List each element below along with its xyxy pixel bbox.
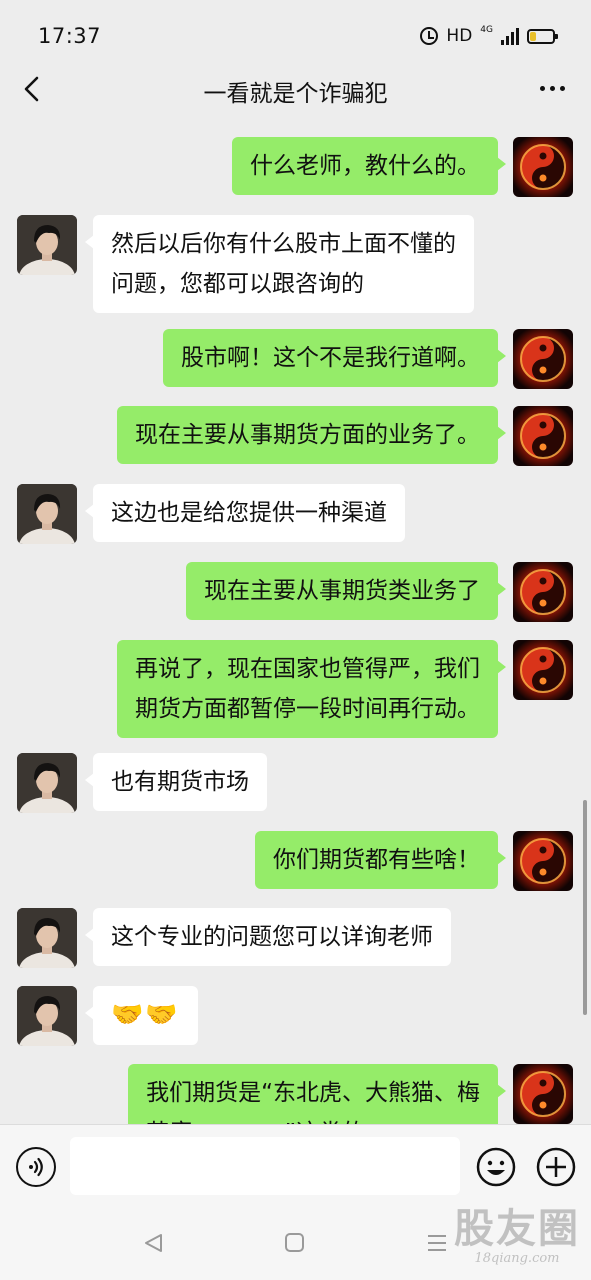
plus-icon[interactable] [536, 1147, 576, 1187]
message-bubble-received[interactable]: 这边也是给您提供一种渠道 [85, 484, 405, 542]
signal-icon [501, 27, 519, 45]
message-line: 花鹿…………”这类的 [146, 1113, 480, 1124]
self-avatar[interactable] [513, 831, 573, 891]
voice-icon[interactable] [16, 1147, 56, 1187]
message-text: 这边也是给您提供一种渠道 [111, 500, 387, 526]
watermark: 股友圈 18qiang.com [452, 1206, 582, 1266]
nav-back-icon[interactable] [142, 1232, 164, 1258]
battery-icon [527, 28, 558, 44]
message-bubble-sent[interactable]: 现在主要从事期货类业务了 [186, 562, 506, 620]
network-label: 4G [480, 24, 493, 35]
nav-home-icon[interactable] [285, 1233, 304, 1252]
self-avatar[interactable] [513, 1064, 573, 1124]
message-line: 然后以后你有什么股市上面不懂的 [111, 231, 456, 257]
message-text: 现在主要从事期货方面的业务了。 [135, 422, 480, 448]
contact-avatar[interactable] [17, 986, 77, 1046]
message-text: 这个专业的问题您可以详询老师 [111, 924, 433, 950]
title-bar: 一看就是个诈骗犯 [0, 60, 591, 118]
message-bubble-sent[interactable]: 你们期货都有些啥！ [255, 831, 506, 889]
input-bar [0, 1124, 591, 1208]
message-line: 问题，您都可以跟咨询的 [111, 271, 364, 297]
watermark-title: 股友圈 [454, 1205, 580, 1252]
message-text: 现在主要从事期货类业务了 [204, 578, 480, 604]
emoji-icon[interactable] [476, 1147, 516, 1187]
message-text: 股市啊！这个不是我行道啊。 [181, 345, 480, 371]
nav-recent-icon[interactable] [426, 1232, 448, 1258]
self-avatar[interactable] [513, 406, 573, 466]
alarm-icon [420, 27, 439, 45]
status-icons: HD 4G [420, 24, 558, 48]
message-bubble-received[interactable]: 然后以后你有什么股市上面不懂的 问题，您都可以跟咨询的 [85, 215, 474, 313]
hd-label: HD [446, 26, 473, 46]
status-time: 17:37 [38, 24, 102, 48]
battery-level [530, 31, 536, 41]
message-line: 再说了，现在国家也管得严，我们 [135, 656, 480, 682]
contact-avatar[interactable] [17, 908, 77, 968]
more-dots-icon[interactable] [540, 86, 565, 91]
chat-scrollbar[interactable] [583, 800, 587, 1015]
chat-title: 一看就是个诈骗犯 [203, 81, 388, 107]
message-bubble-sent[interactable]: 我们期货是“东北虎、大熊猫、梅 花鹿…………”这类的 [128, 1064, 506, 1124]
message-bubble-received[interactable]: 也有期货市场 [85, 753, 267, 811]
contact-avatar[interactable] [17, 215, 77, 275]
message-bubble-received[interactable]: 这个专业的问题您可以详询老师 [85, 908, 451, 966]
contact-avatar[interactable] [17, 484, 77, 544]
message-bubble-sent[interactable]: 股市啊！这个不是我行道啊。 [163, 329, 506, 387]
message-bubble-sent[interactable]: 什么老师，教什么的。 [232, 137, 506, 195]
message-input[interactable] [70, 1137, 460, 1195]
message-line: 期货方面都暂停一段时间再行动。 [135, 696, 480, 722]
chat-area[interactable]: 什么老师，教什么的。 然后以后你有什么股市上面不懂的 问题，您都可以跟咨询的 股… [0, 128, 591, 1124]
handshake-emoji: 🤝🤝 [111, 1000, 180, 1030]
self-avatar[interactable] [513, 329, 573, 389]
message-line: 我们期货是“东北虎、大熊猫、梅 [146, 1080, 480, 1106]
self-avatar[interactable] [513, 562, 573, 622]
self-avatar[interactable] [513, 640, 573, 700]
message-bubble-sent[interactable]: 再说了，现在国家也管得严，我们 期货方面都暂停一段时间再行动。 [117, 640, 506, 738]
message-bubble-sent[interactable]: 现在主要从事期货方面的业务了。 [117, 406, 506, 464]
message-text: 什么老师，教什么的。 [250, 153, 480, 179]
contact-avatar[interactable] [17, 753, 77, 813]
message-text: 也有期货市场 [111, 769, 249, 795]
message-text: 你们期货都有些啥！ [273, 847, 480, 873]
message-bubble-received[interactable]: 🤝🤝 [85, 986, 198, 1045]
watermark-url: 18qiang.com [474, 1251, 560, 1266]
self-avatar[interactable] [513, 137, 573, 197]
